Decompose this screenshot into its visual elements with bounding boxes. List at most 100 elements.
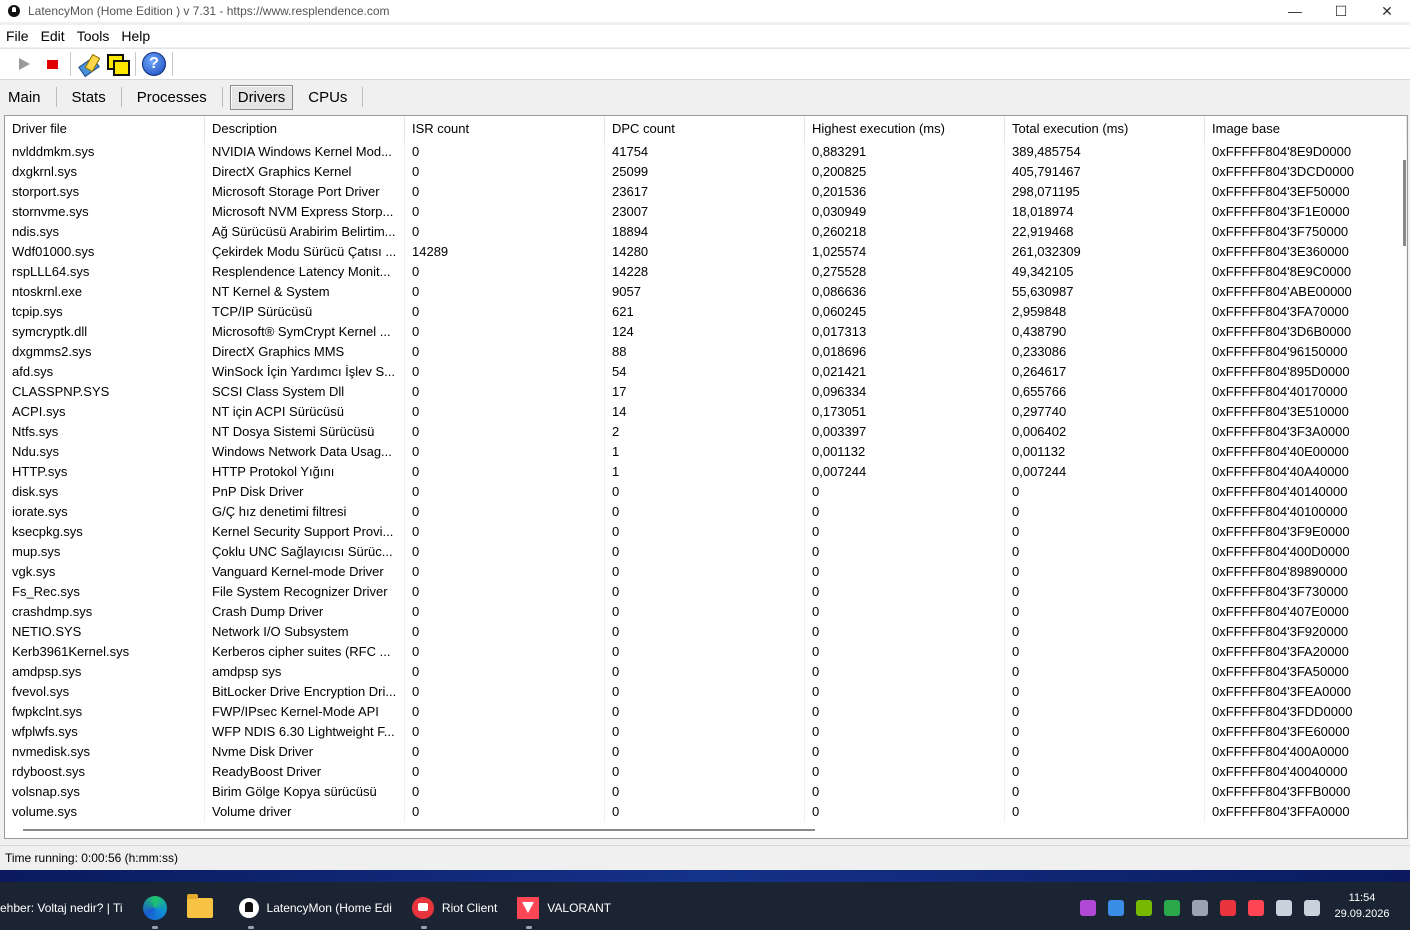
table-row[interactable]: rdyboost.sys ReadyBoost Driver 0 0 0 0 0xFFFFF…	[5, 762, 1407, 782]
menu-help[interactable]: Help	[115, 28, 156, 44]
offline-cloud-icon[interactable]	[1192, 900, 1208, 916]
table-row[interactable]: volsnap.sys Birim Gölge Kopya sürücüsü 0 0 0…	[5, 782, 1407, 802]
table-row[interactable]: disk.sys PnP Disk Driver 0 0 0 0 0xFFFFF804'40…	[5, 482, 1407, 502]
table-row[interactable]: ACPI.sys NT için ACPI Sürücüsü 0 14 0,173051…	[5, 402, 1407, 422]
taskbar-item-edge[interactable]	[142, 890, 167, 929]
cell-image-base: 0xFFFFF804'3FEA0000	[1205, 682, 1407, 702]
table-row[interactable]: NETIO.SYS Network I/O Subsystem 0 0 0 0 0xFFFF…	[5, 622, 1407, 642]
table-row[interactable]: vgk.sys Vanguard Kernel-mode Driver 0 0 0 0 0x…	[5, 562, 1407, 582]
menu-edit[interactable]: Edit	[35, 28, 71, 44]
help-button[interactable]: ?	[140, 50, 168, 78]
tab-processes[interactable]: Processes	[129, 85, 215, 110]
table-row[interactable]: tcpip.sys TCP/IP Sürücüsü 0 621 0,060245 2,95…	[5, 302, 1407, 322]
table-row[interactable]: amdpsp.sys amdpsp sys 0 0 0 0 0xFFFFF804'3FA50…	[5, 662, 1407, 682]
table-row[interactable]: Ntfs.sys NT Dosya Sistemi Sürücüsü 0 2 0,003…	[5, 422, 1407, 442]
tools-button[interactable]	[75, 50, 103, 78]
table-row[interactable]: symcryptk.dll Microsoft® SymCrypt Kernel …	[5, 322, 1407, 342]
cell-dpc-count: 0	[605, 742, 805, 762]
taskbar-item-latencymon[interactable]: LatencyMon (Home Edi	[238, 890, 392, 929]
table-row[interactable]: mup.sys Çoklu UNC Sağlayıcısı Sürüc... 0 0 0…	[5, 542, 1407, 562]
cell-dpc-count: 17	[605, 382, 805, 402]
cell-driver-file: volume.sys	[5, 802, 205, 822]
tab-main[interactable]: Main	[0, 85, 49, 110]
column-header-highest-execution[interactable]: Highest execution (ms)	[805, 116, 1005, 142]
network-monitor-icon[interactable]	[1108, 900, 1124, 916]
cell-dpc-count: 18894	[605, 222, 805, 242]
column-header-image-base[interactable]: Image base	[1205, 116, 1407, 142]
vertical-scrollbar[interactable]	[1401, 116, 1407, 822]
table-row[interactable]: ndis.sys Ağ Sürücüsü Arabirim Belirtim...…	[5, 222, 1407, 242]
close-button[interactable]: ✕	[1364, 0, 1410, 22]
column-header-total-execution[interactable]: Total execution (ms)	[1005, 116, 1205, 142]
column-header-driver-file[interactable]: Driver file	[5, 116, 205, 142]
cell-dpc-count: 124	[605, 322, 805, 342]
table-row[interactable]: Kerb3961Kernel.sys Kerberos cipher suites…	[5, 642, 1407, 662]
table-row[interactable]: CLASSPNP.SYS SCSI Class System Dll 0 17 0,09…	[5, 382, 1407, 402]
table-row[interactable]: Fs_Rec.sys File System Recognizer Driver 0…	[5, 582, 1407, 602]
volume-icon[interactable]	[1304, 900, 1320, 916]
tab-drivers[interactable]: Drivers	[229, 84, 294, 110]
table-row[interactable]: crashdmp.sys Crash Dump Driver 0 0 0 0 0xFFFFF…	[5, 602, 1407, 622]
column-header-description[interactable]: Description	[205, 116, 405, 142]
table-row[interactable]: fvevol.sys BitLocker Drive Encryption Dri…	[5, 682, 1407, 702]
cell-highest-execution: 0	[805, 602, 1005, 622]
horizontal-scrollbar[interactable]	[5, 822, 1407, 836]
table-row[interactable]: volume.sys Volume driver 0 0 0 0 0xFFFFF804'3F…	[5, 802, 1407, 822]
cell-total-execution: 49,342105	[1005, 262, 1205, 282]
display-icon[interactable]	[1276, 900, 1292, 916]
taskbar-item-file-explorer[interactable]	[186, 890, 213, 926]
cell-total-execution: 389,485754	[1005, 142, 1205, 162]
column-header-isr-count[interactable]: ISR count	[405, 116, 605, 142]
cell-driver-file: mup.sys	[5, 542, 205, 562]
table-row[interactable]: dxgkrnl.sys DirectX Graphics Kernel 0 25099…	[5, 162, 1407, 182]
table-row[interactable]: stornvme.sys Microsoft NVM Express Storp.…	[5, 202, 1407, 222]
table-row[interactable]: nvlddmkm.sys NVIDIA Windows Kernel Mod...…	[5, 142, 1407, 162]
table-row[interactable]: dxgmms2.sys DirectX Graphics MMS 0 88 0,0186…	[5, 342, 1407, 362]
column-header-dpc-count[interactable]: DPC count	[605, 116, 805, 142]
security-icon[interactable]	[1164, 900, 1180, 916]
table-row[interactable]: storport.sys Microsoft Storage Port Drive…	[5, 182, 1407, 202]
cell-description: DirectX Graphics MMS	[205, 342, 405, 362]
running-indicator	[420, 926, 427, 929]
cell-driver-file: tcpip.sys	[5, 302, 205, 322]
cell-total-execution: 55,630987	[1005, 282, 1205, 302]
tab-cpus[interactable]: CPUs	[300, 85, 355, 110]
nvidia-icon[interactable]	[1136, 900, 1152, 916]
vanguard-icon[interactable]	[1248, 900, 1264, 916]
camera-icon[interactable]	[1080, 900, 1096, 916]
windows-button[interactable]	[103, 50, 131, 78]
menu-bar: File Edit Tools Help	[0, 25, 1410, 47]
taskbar-item-browser-tab[interactable]: ehber: Voltaj nedir? | Ti	[0, 890, 123, 926]
table-row[interactable]: iorate.sys G/Ç hız denetimi filtresi 0 0 0 0 0…	[5, 502, 1407, 522]
menu-tools[interactable]: Tools	[71, 28, 116, 44]
cell-highest-execution: 0	[805, 782, 1005, 802]
vertical-scroll-thumb[interactable]	[1403, 160, 1406, 246]
table-row[interactable]: ksecpkg.sys Kernel Security Support Provi…	[5, 522, 1407, 542]
table-row[interactable]: rspLLL64.sys Resplendence Latency Monit..…	[5, 262, 1407, 282]
taskbar-item-valorant[interactable]: VALORANT	[517, 890, 611, 929]
start-button[interactable]	[10, 50, 38, 78]
taskbar-item-label: Riot Client	[441, 901, 498, 915]
minimize-button[interactable]: —	[1272, 0, 1318, 22]
cell-image-base: 0xFFFFF804'3DCD0000	[1205, 162, 1407, 182]
table-row[interactable]: nvmedisk.sys Nvme Disk Driver 0 0 0 0 0xFFFFF8…	[5, 742, 1407, 762]
cell-dpc-count: 54	[605, 362, 805, 382]
taskbar-item-riot-client[interactable]: Riot Client	[411, 890, 498, 929]
table-row[interactable]: fwpkclnt.sys FWP/IPsec Kernel-Mode API 0 0 0…	[5, 702, 1407, 722]
horizontal-scroll-thumb[interactable]	[23, 829, 815, 831]
latencymon-icon	[238, 898, 259, 918]
table-row[interactable]: HTTP.sys HTTP Protokol Yığını 0 1 0,007244 0,…	[5, 462, 1407, 482]
stop-button[interactable]	[38, 50, 66, 78]
menu-file[interactable]: File	[0, 28, 35, 44]
table-row[interactable]: Ndu.sys Windows Network Data Usag... 0 1 0,0…	[5, 442, 1407, 462]
table-row[interactable]: wfplwfs.sys WFP NDIS 6.30 Lightweight F..…	[5, 722, 1407, 742]
riot-tray-icon[interactable]	[1220, 900, 1236, 916]
taskbar-clock[interactable]: 11:54 29.09.2026	[1330, 890, 1394, 922]
cell-dpc-count: 9057	[605, 282, 805, 302]
table-row[interactable]: Wdf01000.sys Çekirdek Modu Sürücü Çatısı …	[5, 242, 1407, 262]
maximize-button[interactable]: ☐	[1318, 0, 1364, 22]
cell-isr-count: 14289	[405, 242, 605, 262]
table-row[interactable]: ntoskrnl.exe NT Kernel & System 0 9057 0,086…	[5, 282, 1407, 302]
table-row[interactable]: afd.sys WinSock İçin Yardımcı İşlev S... 0…	[5, 362, 1407, 382]
tab-stats[interactable]: Stats	[64, 85, 114, 110]
